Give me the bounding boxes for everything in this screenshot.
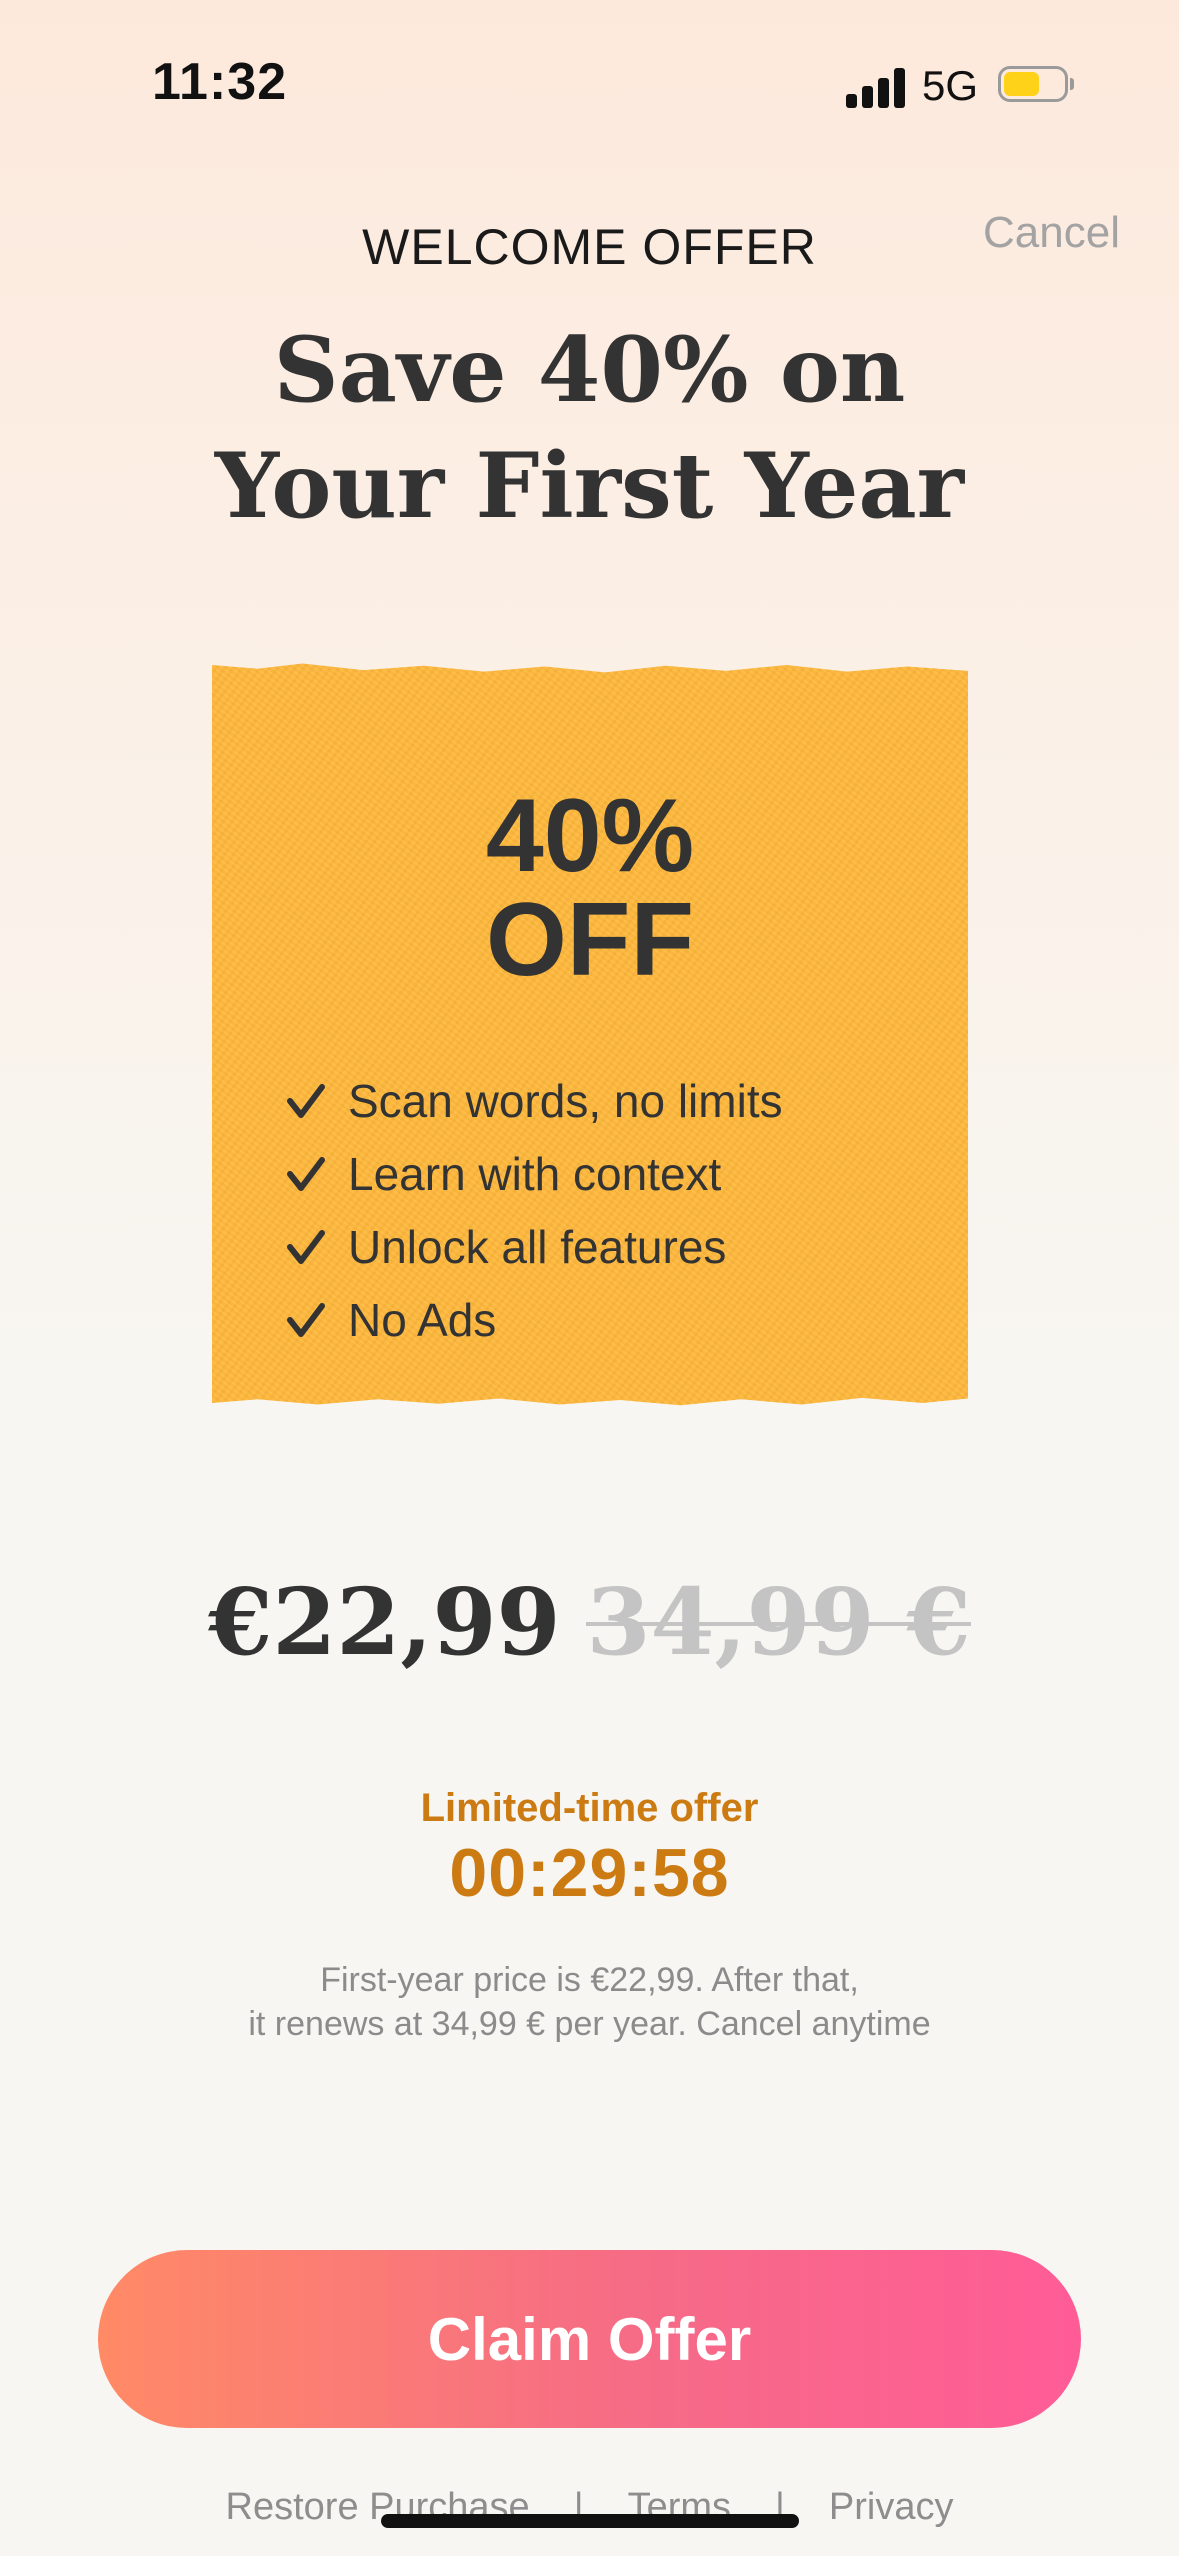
feature-list: Scan words, no limits Learn with context… <box>284 1064 783 1356</box>
headline-line-2: Your First Year <box>214 433 965 539</box>
discount-card: 40% OFF Scan words, no limits Learn with… <box>212 663 968 1406</box>
feature-item: Scan words, no limits <box>284 1064 783 1137</box>
feature-label: Learn with context <box>348 1147 722 1200</box>
original-price: 34,99 € <box>586 1568 971 1676</box>
feature-item: No Ads <box>284 1283 783 1356</box>
check-icon <box>287 1083 325 1118</box>
feature-item: Unlock all features <box>284 1210 783 1283</box>
network-type-label: 5G <box>922 62 979 109</box>
battery-icon <box>998 66 1074 104</box>
discounted-price: €22,99 <box>208 1568 561 1676</box>
limited-offer-label: Limited-time offer <box>420 1786 759 1830</box>
claim-offer-button[interactable]: Claim Offer <box>98 2250 1081 2428</box>
check-icon <box>287 1156 325 1191</box>
countdown-timer: 00:29:58 <box>449 1835 730 1911</box>
price-row: €22,99 34,99 € <box>0 1568 1179 1676</box>
check-icon <box>287 1229 325 1264</box>
price-disclaimer: First-year price is €22,99. After that, … <box>0 1958 1179 2046</box>
page-title: Save 40% on Your First Year <box>0 312 1179 544</box>
discount-value: 40% <box>485 778 695 894</box>
feature-label: Unlock all features <box>348 1220 727 1273</box>
privacy-link[interactable]: Privacy <box>829 2486 954 2528</box>
feature-item: Learn with context <box>284 1137 783 1210</box>
disclaimer-line-1: First-year price is €22,99. After that, <box>320 1961 859 1999</box>
status-time: 11:32 <box>152 53 288 111</box>
check-icon <box>287 1302 325 1337</box>
disclaimer-line-2: it renews at 34,99 € per year. Cancel an… <box>248 2005 931 2043</box>
strikethrough-line <box>586 1622 971 1626</box>
home-indicator[interactable] <box>381 2514 799 2528</box>
headline-line-1: Save 40% on <box>273 317 906 423</box>
feature-label: No Ads <box>348 1293 497 1346</box>
discount-word: OFF <box>486 882 694 998</box>
cellular-signal-icon <box>846 66 906 108</box>
feature-label: Scan words, no limits <box>348 1074 783 1127</box>
cancel-button[interactable]: Cancel <box>940 208 1120 258</box>
